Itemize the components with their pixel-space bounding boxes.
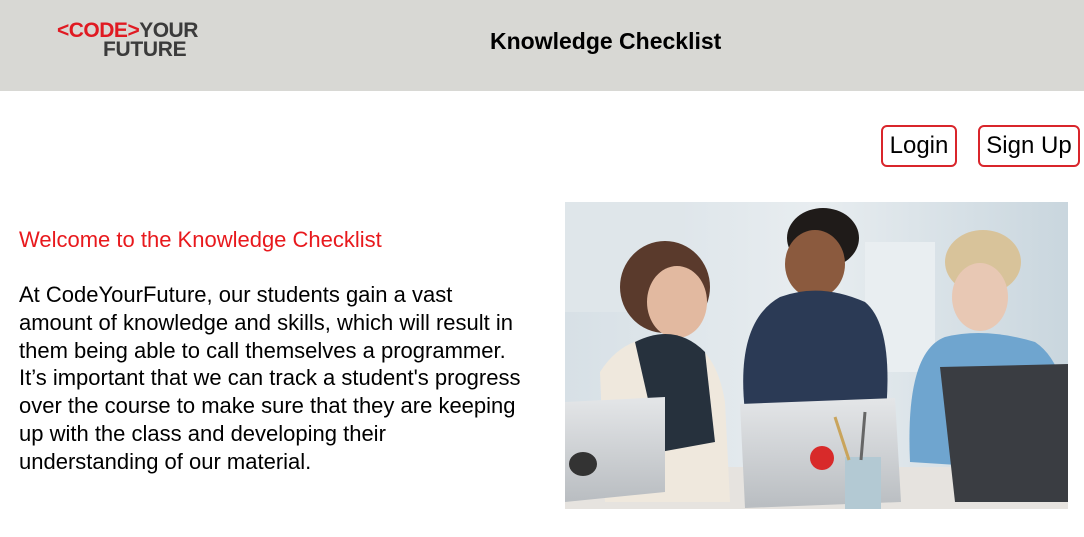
students-photo [565, 202, 1068, 509]
intro-paragraph: At CodeYourFuture, our students gain a v… [19, 282, 521, 474]
page-title: Knowledge Checklist [490, 28, 722, 54]
login-button[interactable]: Login [881, 125, 957, 167]
logo-bracket: < [57, 19, 69, 42]
codeyourfuture-logo[interactable]: <CODE>YOUR FUTURE [57, 19, 207, 62]
welcome-heading: Welcome to the Knowledge Checklist [19, 227, 382, 252]
sign-up-button[interactable]: Sign Up [978, 125, 1080, 167]
header-bar: <CODE>YOUR FUTURE Knowledge Checklist [0, 0, 1084, 91]
logo-future: FUTURE [103, 38, 187, 61]
